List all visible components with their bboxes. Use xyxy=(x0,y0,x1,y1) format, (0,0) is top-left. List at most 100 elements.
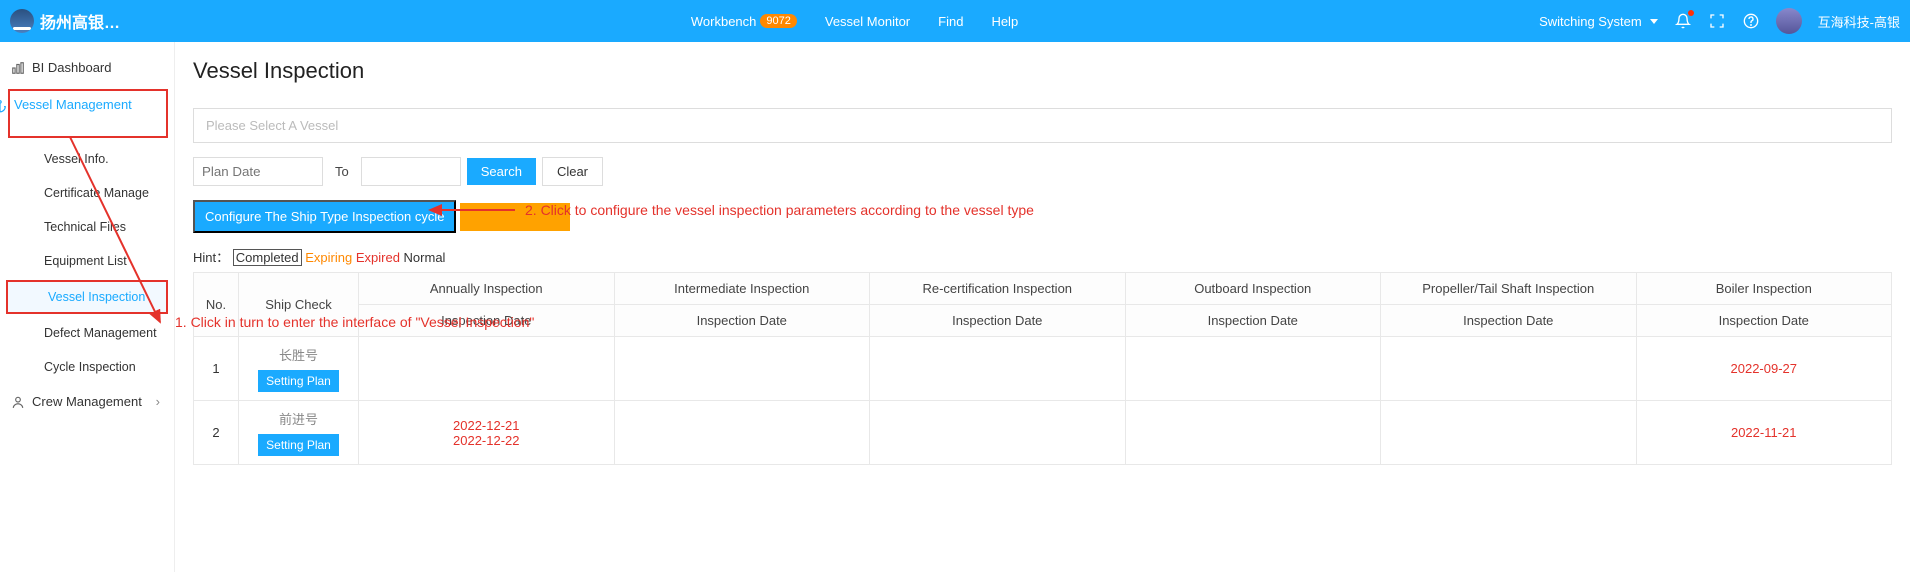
chevron-right-icon: › xyxy=(156,394,160,409)
sidebar-item-certificate-manage[interactable]: Certificate Manage xyxy=(0,176,174,210)
sidebar-item-crew-management[interactable]: Crew Management › xyxy=(0,384,174,419)
app-header: 扬州高银… Workbench 9072 Vessel Monitor Find… xyxy=(0,0,1910,42)
logo-text: 扬州高银… xyxy=(40,9,120,33)
cell-ship: 长胜号 Setting Plan xyxy=(239,337,359,401)
sidebar-item-bi-dashboard[interactable]: BI Dashboard xyxy=(0,50,174,85)
cell-propeller xyxy=(1381,337,1637,401)
cell-no: 1 xyxy=(194,337,239,401)
config-row: Configure The Ship Type Inspection cycle xyxy=(193,200,1892,233)
sidebar-item-label: Vessel Inspection xyxy=(48,290,145,304)
sub-insp-date: Inspection Date xyxy=(1125,305,1381,337)
col-intermediate: Intermediate Inspection xyxy=(614,273,870,305)
secondary-config-button[interactable] xyxy=(460,203,570,231)
clear-button[interactable]: Clear xyxy=(542,157,603,186)
cell-outboard xyxy=(1125,337,1381,401)
plan-date-from-input[interactable] xyxy=(193,157,323,186)
hint-legend: Hint： Completed Expiring Expired Normal xyxy=(193,247,1892,266)
page-title: Vessel Inspection xyxy=(193,58,1892,84)
cell-recert xyxy=(870,337,1126,401)
sidebar-item-technical-files[interactable]: Technical Files xyxy=(0,210,174,244)
sidebar-item-label: Crew Management xyxy=(32,394,142,409)
sub-insp-date: Inspection Date xyxy=(1381,305,1637,337)
hint-label: Hint： xyxy=(193,250,229,265)
hint-normal: Normal xyxy=(404,250,446,265)
ship-name: 前进号 xyxy=(243,409,354,428)
nav-workbench[interactable]: Workbench 9072 xyxy=(691,14,797,29)
logo-area: 扬州高银… xyxy=(10,9,170,33)
user-name[interactable]: 互海科技-高银 xyxy=(1818,12,1900,31)
sidebar-item-label: Vessel Management xyxy=(14,97,132,112)
vessel-select[interactable]: Please Select A Vessel xyxy=(193,108,1892,143)
sidebar-item-vessel-info[interactable]: Vessel Info. xyxy=(0,142,174,176)
sidebar-item-label: Certificate Manage xyxy=(44,186,149,200)
hint-expired: Expired xyxy=(356,250,400,265)
col-annually: Annually Inspection xyxy=(359,273,615,305)
nav-help[interactable]: Help xyxy=(991,14,1018,29)
sidebar-item-label: Equipment List xyxy=(44,254,127,268)
caret-down-icon xyxy=(1650,19,1658,24)
to-label: To xyxy=(335,164,349,179)
nav-find[interactable]: Find xyxy=(938,14,963,29)
ship-name: 长胜号 xyxy=(243,345,354,364)
date-b: 2022-12-22 xyxy=(363,433,610,448)
crew-icon xyxy=(10,395,26,409)
cell-boiler: 2022-11-21 xyxy=(1636,401,1892,465)
col-no: No. xyxy=(194,273,239,337)
nav-workbench-label: Workbench xyxy=(691,14,757,29)
dashboard-icon xyxy=(10,61,26,75)
sidebar-item-vessel-inspection[interactable]: Vessel Inspection xyxy=(6,280,168,314)
sidebar-item-label: Cycle Inspection xyxy=(44,360,136,374)
search-button[interactable]: Search xyxy=(467,158,536,185)
table-row: 2 前进号 Setting Plan 2022-12-21 2022-12-22… xyxy=(194,401,1892,465)
sidebar-item-vessel-management[interactable]: Vessel Management xyxy=(8,89,168,138)
sub-insp-date: Inspection Date xyxy=(614,305,870,337)
hint-expiring: Expiring xyxy=(305,250,352,265)
col-propeller: Propeller/Tail Shaft Inspection xyxy=(1381,273,1637,305)
cell-ship: 前进号 Setting Plan xyxy=(239,401,359,465)
hint-completed: Completed xyxy=(233,249,302,266)
sub-insp-date: Inspection Date xyxy=(1636,305,1892,337)
sidebar-item-label: Vessel Info. xyxy=(44,152,109,166)
switching-label: Switching System xyxy=(1539,14,1642,29)
avatar[interactable] xyxy=(1776,8,1802,34)
cell-annually: 2022-12-21 2022-12-22 xyxy=(359,401,615,465)
bell-icon[interactable] xyxy=(1674,12,1692,30)
workbench-badge: 9072 xyxy=(760,14,796,28)
switching-system-dropdown[interactable]: Switching System xyxy=(1539,14,1658,29)
col-outboard: Outboard Inspection xyxy=(1125,273,1381,305)
col-boiler: Boiler Inspection xyxy=(1636,273,1892,305)
configure-ship-type-button[interactable]: Configure The Ship Type Inspection cycle xyxy=(193,200,456,233)
header-right: Switching System 互海科技-高银 xyxy=(1539,8,1900,34)
col-ship-check: Ship Check xyxy=(239,273,359,337)
sidebar-item-defect-management[interactable]: Defect Management xyxy=(0,316,174,350)
cell-annually xyxy=(359,337,615,401)
sidebar-item-cycle-inspection[interactable]: Cycle Inspection xyxy=(0,350,174,384)
inspection-table: No. Ship Check Annually Inspection Inter… xyxy=(193,272,1892,465)
logo-icon xyxy=(10,9,34,33)
sidebar-item-equipment-list[interactable]: Equipment List xyxy=(0,244,174,278)
cell-outboard xyxy=(1125,401,1381,465)
sidebar: BI Dashboard Vessel Management Vessel In… xyxy=(0,42,175,572)
fullscreen-icon[interactable] xyxy=(1708,12,1726,30)
sub-insp-date: Inspection Date xyxy=(870,305,1126,337)
header-nav: Workbench 9072 Vessel Monitor Find Help xyxy=(691,14,1018,29)
plan-date-to-input[interactable] xyxy=(361,157,461,186)
sub-insp-date: Inspection Date xyxy=(359,305,615,337)
cell-no: 2 xyxy=(194,401,239,465)
setting-plan-button[interactable]: Setting Plan xyxy=(258,370,339,392)
anchor-icon xyxy=(0,99,8,113)
setting-plan-button[interactable]: Setting Plan xyxy=(258,434,339,456)
sidebar-item-label: Technical Files xyxy=(44,220,126,234)
body-area: BI Dashboard Vessel Management Vessel In… xyxy=(0,42,1910,572)
sidebar-item-label: BI Dashboard xyxy=(32,60,112,75)
cell-propeller xyxy=(1381,401,1637,465)
col-recert: Re-certification Inspection xyxy=(870,273,1126,305)
date-a: 2022-12-21 xyxy=(363,418,610,433)
cell-intermediate xyxy=(614,401,870,465)
table-row: 1 长胜号 Setting Plan 2022-09-27 xyxy=(194,337,1892,401)
nav-vessel-monitor[interactable]: Vessel Monitor xyxy=(825,14,910,29)
cell-intermediate xyxy=(614,337,870,401)
cell-recert xyxy=(870,401,1126,465)
help-icon[interactable] xyxy=(1742,12,1760,30)
filter-row: To Search Clear xyxy=(193,157,1892,186)
